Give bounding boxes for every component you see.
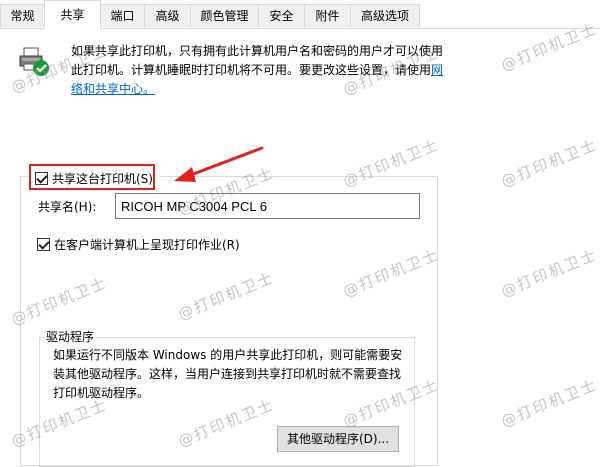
render-jobs-label[interactable]: 在客户端计算机上呈现打印作业(R) xyxy=(54,236,240,253)
tab-accessories[interactable]: 附件 xyxy=(304,4,351,27)
render-jobs-checkbox-row[interactable]: 在客户端计算机上呈现打印作业(R) xyxy=(37,236,240,253)
share-name-input[interactable] xyxy=(115,193,420,219)
printer-share-icon xyxy=(19,47,49,76)
tab-ports[interactable]: 端口 xyxy=(100,4,145,27)
share-printer-checkbox-row[interactable]: 共享这台打印机(S) xyxy=(31,166,159,190)
additional-drivers-button[interactable]: 其他驱动程序(D)... xyxy=(277,426,399,452)
share-printer-checkbox[interactable] xyxy=(35,171,48,185)
render-jobs-checkbox[interactable] xyxy=(37,238,50,251)
sharing-description: 如果共享此打印机，只有拥有此计算机用户名和密码的用户才可以使用此打印机。计算机睡… xyxy=(71,42,451,99)
watermark: @打印机卫士 xyxy=(498,375,600,431)
tab-bar: 常规 共享 端口 高级 颜色管理 安全 附件 高级选项 xyxy=(0,0,600,29)
red-arrow-icon xyxy=(174,146,264,182)
watermark: @打印机卫士 xyxy=(498,135,600,191)
tab-sharing[interactable]: 共享 xyxy=(44,0,101,29)
tab-color-management[interactable]: 颜色管理 xyxy=(190,4,259,27)
tab-security[interactable]: 安全 xyxy=(258,4,305,27)
tab-advanced-options[interactable]: 高级选项 xyxy=(350,4,420,27)
tab-advanced[interactable]: 高级 xyxy=(144,4,191,27)
share-name-label: 共享名(H): xyxy=(38,200,97,214)
share-printer-label[interactable]: 共享这台打印机(S) xyxy=(52,170,153,187)
sharing-desc-text: 如果共享此打印机，只有拥有此计算机用户名和密码的用户才可以使用此打印机。计算机睡… xyxy=(71,44,444,77)
watermark: @打印机卫士 xyxy=(498,245,600,301)
drivers-description: 如果运行不同版本 Windows 的用户共享此打印机，则可能需要安装其他驱动程序… xyxy=(53,348,403,400)
drivers-group-title: 驱动程序 xyxy=(44,329,97,345)
tab-general[interactable]: 常规 xyxy=(0,4,45,27)
